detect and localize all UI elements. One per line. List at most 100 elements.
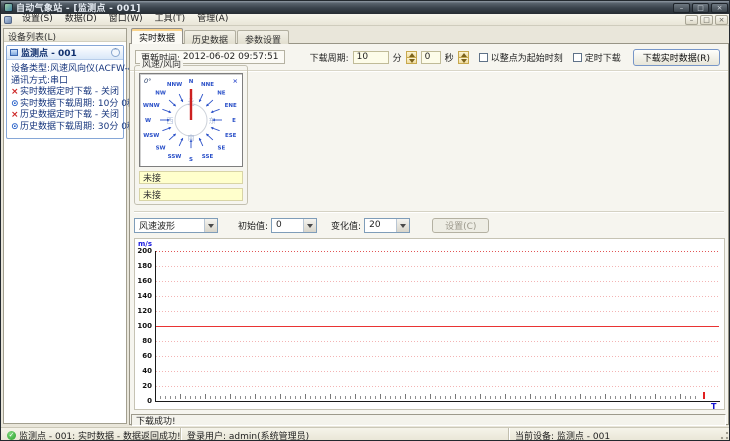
x-axis-line <box>155 401 720 402</box>
x-ruler-tick <box>460 396 461 399</box>
resize-grip[interactable] <box>718 429 729 440</box>
gridline <box>156 341 719 342</box>
x-ruler-tick <box>285 396 286 399</box>
window-controls: – □ × <box>673 2 728 13</box>
x-ruler-tick <box>610 396 611 399</box>
mdi-minimize-button[interactable]: – <box>685 14 698 25</box>
device-info-line: ⊙实时数据下载周期: 10分 0秒 <box>11 99 136 111</box>
x-ruler-tick <box>300 396 301 399</box>
x-ruler-tick <box>440 396 441 399</box>
tab-params[interactable]: 参数设置 <box>237 30 290 46</box>
clock-icon: ⊙ <box>11 121 19 132</box>
x-ruler-tick <box>345 396 346 399</box>
x-ruler-tick <box>605 394 606 399</box>
gridline <box>156 296 719 297</box>
realtime-panel: 更新时间: 2012-06-02 09:57:51 下载周期: 10 分 0 秒… <box>129 43 729 427</box>
x-ruler-tick <box>575 396 576 399</box>
x-ruler-tick <box>465 396 466 399</box>
chevron-down-icon[interactable] <box>204 218 217 232</box>
minutes-spin-up-icon[interactable] <box>405 50 417 58</box>
minutes-unit-label: 分 <box>392 53 402 64</box>
y-tick-label: 180 <box>137 262 152 270</box>
collapse-icon[interactable]: ˄ <box>111 48 120 57</box>
x-ruler-tick <box>385 396 386 399</box>
x-ruler-tick <box>225 396 226 399</box>
waveform-select-value: 风速波形 <box>139 221 176 232</box>
close-button[interactable]: × <box>711 2 728 13</box>
device-list-header: 设备列表(L) <box>4 29 126 43</box>
x-ruler-tick <box>430 394 431 399</box>
seconds-input[interactable]: 0 <box>420 50 441 64</box>
download-realtime-button[interactable]: 下载实时数据(R) <box>632 48 720 66</box>
wind-group: 风速/风向 北东南西NNNENEENEEESESESSESSSWSWWSWWWN… <box>134 60 248 205</box>
x-ruler-tick <box>425 396 426 399</box>
x-axis-label: T <box>711 402 717 410</box>
x-ruler-tick <box>645 396 646 399</box>
x-ruler-tick <box>170 396 171 399</box>
device-card-header[interactable]: 监测点 - 001 ˄ <box>7 46 123 60</box>
x-ruler-tick <box>390 396 391 399</box>
maximize-button[interactable]: □ <box>692 2 709 13</box>
menu-item-tools[interactable]: 工具(T) <box>149 14 192 25</box>
hour-align-checkbox[interactable] <box>478 52 488 62</box>
change-value-select[interactable]: 20 <box>364 217 411 233</box>
x-ruler-tick <box>590 396 591 399</box>
x-ruler-tick <box>330 394 331 399</box>
menu-item-settings[interactable]: 设置(S) <box>16 14 59 25</box>
window-title: 自动气象站 - [监测点 - 001] <box>16 4 141 14</box>
initial-value-label: 初始值: <box>238 221 269 232</box>
x-ruler-tick <box>415 396 416 399</box>
statusbar-user-segment: 登录用户: admin(系统管理员) <box>181 427 509 440</box>
mdi-restore-button[interactable]: □ <box>700 14 713 25</box>
x-ruler-tick <box>280 394 281 399</box>
x-ruler-tick <box>270 396 271 399</box>
compass-direction-label: N <box>189 79 194 85</box>
tab-history[interactable]: 历史数据 <box>184 30 237 46</box>
settings-button[interactable]: 设置(C) <box>432 217 490 233</box>
disabled-x-icon: × <box>11 87 19 97</box>
x-ruler-tick <box>660 396 661 399</box>
timed-download-checkbox[interactable] <box>572 52 582 62</box>
seconds-unit-label: 秒 <box>444 53 454 64</box>
minutes-input[interactable]: 10 <box>352 50 389 64</box>
seconds-spin-down-icon[interactable] <box>457 57 469 64</box>
x-ruler-tick <box>275 396 276 399</box>
device-list-panel: 设备列表(L) 监测点 - 001 ˄ 设备类型:风速风向仪(ACFW-4) 通讯… <box>3 28 137 424</box>
x-ruler-tick <box>570 396 571 399</box>
gridline <box>156 311 719 312</box>
mdi-close-button[interactable]: × <box>715 14 728 25</box>
chevron-down-icon[interactable] <box>303 218 317 232</box>
x-ruler-tick <box>220 396 221 399</box>
x-ruler-tick <box>545 396 546 399</box>
x-ruler-tick <box>375 396 376 399</box>
hour-align-checkbox-group: 以整点为起始时刻 <box>478 51 563 64</box>
x-ruler-tick <box>200 396 201 399</box>
child-window-icon[interactable] <box>4 15 12 24</box>
menu-item-admin[interactable]: 管理(A) <box>191 14 234 25</box>
x-ruler-tick <box>365 396 366 399</box>
y-tick-label: 120 <box>137 307 152 315</box>
tab-realtime[interactable]: 实时数据 <box>131 28 184 44</box>
statusbar-device-segment: 当前设备: 监测点 - 001 <box>509 428 729 441</box>
seconds-spin-up-icon[interactable] <box>457 50 469 58</box>
x-ruler-tick <box>550 396 551 399</box>
x-ruler-tick <box>180 394 181 399</box>
initial-value-select[interactable]: 0 <box>271 217 318 233</box>
x-ruler-tick <box>325 396 326 399</box>
statusbar-message: 监测点 - 001: 实时数据 - 数据返回成功! <box>19 431 181 441</box>
wind-direction-field: 未接 <box>139 188 243 201</box>
waveform-select[interactable]: 风速波形 <box>134 217 218 233</box>
minimize-button[interactable]: – <box>673 2 690 13</box>
x-ruler-tick <box>320 396 321 399</box>
chevron-down-icon[interactable] <box>396 218 410 232</box>
x-ruler-tick <box>585 396 586 399</box>
x-ruler-tick <box>525 396 526 399</box>
x-ruler-tick <box>260 396 261 399</box>
x-ruler-tick <box>370 396 371 399</box>
minutes-spin-down-icon[interactable] <box>405 57 417 64</box>
download-period-label: 下载周期: <box>309 53 349 64</box>
x-ruler-tick <box>485 396 486 399</box>
menu-item-data[interactable]: 数据(D) <box>59 14 103 25</box>
menu-item-window[interactable]: 窗口(W) <box>103 14 149 25</box>
hour-align-label: 以整点为起始时刻 <box>490 53 563 64</box>
